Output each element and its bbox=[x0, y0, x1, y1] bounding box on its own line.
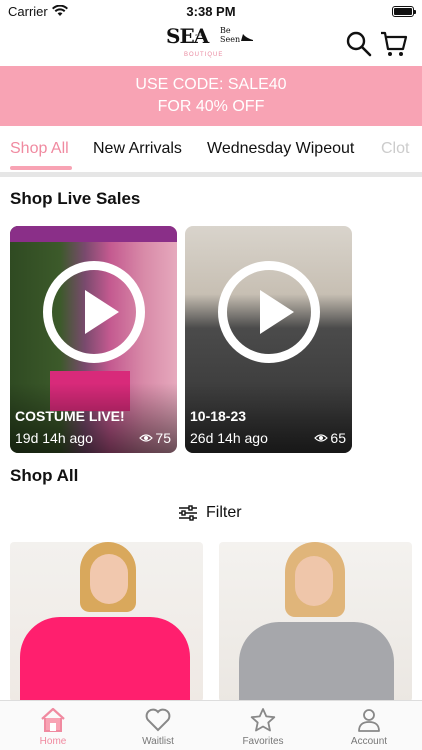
status-time: 3:38 PM bbox=[186, 3, 236, 19]
promo-line-1: USE CODE: SALE40 bbox=[135, 76, 287, 93]
live-sale-title: COSTUME LIVE! bbox=[15, 408, 125, 424]
filter-icon bbox=[179, 505, 197, 521]
live-sale-card-2[interactable]: 10-18-23 26d 14h ago 65 bbox=[185, 226, 352, 453]
nav-favorites-label: Favorites bbox=[242, 736, 284, 747]
tabs-divider bbox=[0, 172, 422, 177]
nav-home-label: Home bbox=[39, 736, 67, 747]
bottom-nav: Home Waitlist Favorites Account bbox=[0, 700, 422, 750]
live-sale-title: 10-18-23 bbox=[190, 408, 247, 424]
nav-waitlist-label: Waitlist bbox=[142, 736, 174, 747]
play-icon[interactable] bbox=[218, 261, 320, 363]
filter-button[interactable]: Filter bbox=[178, 504, 242, 522]
battery-icon bbox=[392, 5, 416, 17]
nav-waitlist[interactable]: Waitlist bbox=[118, 707, 198, 747]
tab-new-arrivals[interactable]: New Arrivals bbox=[93, 140, 182, 158]
live-sale-time: 19d 14h ago bbox=[15, 430, 93, 446]
logo-boutique: BOUTIQUE bbox=[184, 52, 224, 58]
filter-label: Filter bbox=[206, 504, 242, 521]
status-bar: Carrier 3:38 PM bbox=[0, 0, 422, 22]
logo-and: and bbox=[195, 32, 202, 37]
tab-clothing[interactable]: Clot bbox=[381, 140, 409, 158]
heel-icon bbox=[241, 34, 253, 41]
nav-favorites[interactable]: Favorites bbox=[223, 707, 303, 747]
live-sales-heading: Shop Live Sales bbox=[10, 189, 141, 208]
logo-be-seen: Be Seen bbox=[220, 26, 241, 44]
product-card-1[interactable] bbox=[10, 542, 203, 702]
logo-sea: SEA bbox=[166, 24, 209, 48]
nav-account[interactable]: Account bbox=[329, 707, 409, 747]
tab-shop-all[interactable]: Shop All bbox=[10, 140, 69, 158]
brand-logo[interactable]: SEA and Be Seen BOUTIQUE bbox=[166, 24, 256, 62]
product-card-2[interactable] bbox=[219, 542, 412, 702]
active-tab-indicator bbox=[10, 166, 72, 170]
search-icon[interactable] bbox=[345, 30, 373, 58]
promo-banner[interactable]: USE CODE: SALE40 FOR 40% OFF bbox=[0, 66, 422, 126]
live-sale-card-1[interactable]: COSTUME LIVE! 19d 14h ago 75 bbox=[10, 226, 177, 453]
promo-line-2: FOR 40% OFF bbox=[157, 98, 265, 115]
home-icon bbox=[41, 707, 65, 732]
nav-home[interactable]: Home bbox=[13, 707, 93, 747]
heart-icon bbox=[145, 708, 171, 732]
eye-icon bbox=[314, 434, 329, 442]
tab-wednesday-wipeout[interactable]: Wednesday Wipeout bbox=[207, 140, 354, 158]
live-sale-time: 26d 14h ago bbox=[190, 430, 268, 446]
play-icon[interactable] bbox=[43, 261, 145, 363]
live-sale-views: 75 bbox=[139, 430, 171, 446]
category-tabs: Shop All New Arrivals Wednesday Wipeout … bbox=[0, 128, 422, 172]
nav-account-label: Account bbox=[350, 736, 388, 747]
person-icon bbox=[358, 709, 380, 732]
eye-icon bbox=[139, 434, 154, 442]
shop-all-heading: Shop All bbox=[10, 466, 79, 485]
live-sale-views: 65 bbox=[314, 430, 346, 446]
cart-icon[interactable] bbox=[380, 30, 408, 58]
app-header: SEA and Be Seen BOUTIQUE bbox=[0, 22, 422, 66]
star-icon bbox=[250, 708, 276, 732]
